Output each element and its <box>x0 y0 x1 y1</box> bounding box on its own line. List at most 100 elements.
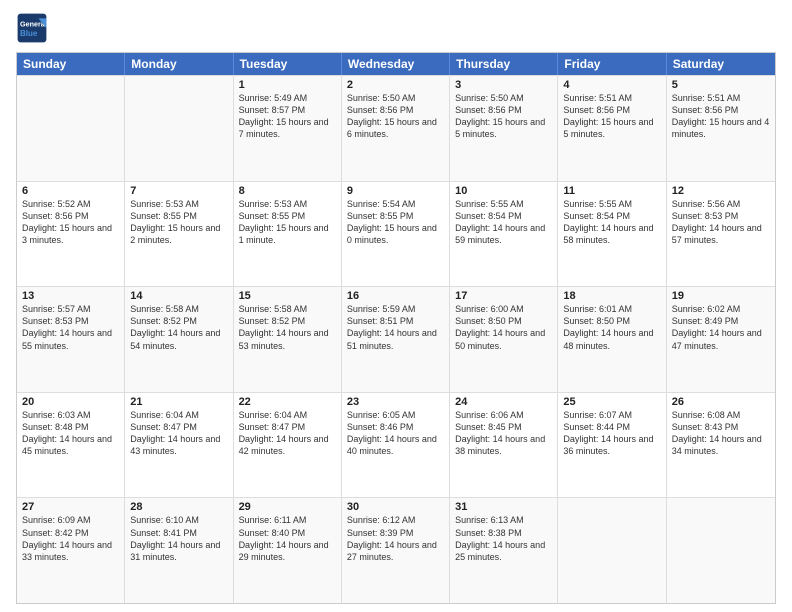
day-info: Sunrise: 6:04 AM Sunset: 8:47 PM Dayligh… <box>130 409 227 458</box>
day-info: Sunrise: 6:08 AM Sunset: 8:43 PM Dayligh… <box>672 409 770 458</box>
calendar-cell: 25Sunrise: 6:07 AM Sunset: 8:44 PM Dayli… <box>558 393 666 498</box>
logo-icon: General Blue <box>16 12 48 44</box>
day-info: Sunrise: 5:53 AM Sunset: 8:55 PM Dayligh… <box>130 198 227 247</box>
day-number: 17 <box>455 290 552 302</box>
day-number: 16 <box>347 290 444 302</box>
calendar-cell: 30Sunrise: 6:12 AM Sunset: 8:39 PM Dayli… <box>342 498 450 603</box>
weekday-header: Monday <box>125 53 233 75</box>
calendar-cell: 12Sunrise: 5:56 AM Sunset: 8:53 PM Dayli… <box>667 182 775 287</box>
calendar-body: 1Sunrise: 5:49 AM Sunset: 8:57 PM Daylig… <box>17 75 775 603</box>
page: General Blue SundayMondayTuesdayWednesda… <box>0 0 792 612</box>
day-number: 28 <box>130 501 227 513</box>
calendar-cell: 1Sunrise: 5:49 AM Sunset: 8:57 PM Daylig… <box>234 76 342 181</box>
weekday-header: Friday <box>558 53 666 75</box>
day-info: Sunrise: 6:05 AM Sunset: 8:46 PM Dayligh… <box>347 409 444 458</box>
calendar-cell: 5Sunrise: 5:51 AM Sunset: 8:56 PM Daylig… <box>667 76 775 181</box>
logo: General Blue <box>16 12 48 44</box>
day-number: 20 <box>22 396 119 408</box>
day-info: Sunrise: 6:04 AM Sunset: 8:47 PM Dayligh… <box>239 409 336 458</box>
day-info: Sunrise: 6:06 AM Sunset: 8:45 PM Dayligh… <box>455 409 552 458</box>
day-number: 18 <box>563 290 660 302</box>
day-number: 26 <box>672 396 770 408</box>
day-info: Sunrise: 6:10 AM Sunset: 8:41 PM Dayligh… <box>130 514 227 563</box>
calendar-cell: 31Sunrise: 6:13 AM Sunset: 8:38 PM Dayli… <box>450 498 558 603</box>
calendar-cell: 28Sunrise: 6:10 AM Sunset: 8:41 PM Dayli… <box>125 498 233 603</box>
day-info: Sunrise: 6:13 AM Sunset: 8:38 PM Dayligh… <box>455 514 552 563</box>
calendar-cell: 26Sunrise: 6:08 AM Sunset: 8:43 PM Dayli… <box>667 393 775 498</box>
day-number: 27 <box>22 501 119 513</box>
calendar-cell: 7Sunrise: 5:53 AM Sunset: 8:55 PM Daylig… <box>125 182 233 287</box>
calendar-cell: 6Sunrise: 5:52 AM Sunset: 8:56 PM Daylig… <box>17 182 125 287</box>
day-info: Sunrise: 5:49 AM Sunset: 8:57 PM Dayligh… <box>239 92 336 141</box>
day-number: 24 <box>455 396 552 408</box>
calendar-cell: 27Sunrise: 6:09 AM Sunset: 8:42 PM Dayli… <box>17 498 125 603</box>
day-info: Sunrise: 6:01 AM Sunset: 8:50 PM Dayligh… <box>563 303 660 352</box>
calendar-cell <box>667 498 775 603</box>
day-number: 22 <box>239 396 336 408</box>
day-number: 15 <box>239 290 336 302</box>
day-info: Sunrise: 5:54 AM Sunset: 8:55 PM Dayligh… <box>347 198 444 247</box>
day-info: Sunrise: 5:50 AM Sunset: 8:56 PM Dayligh… <box>347 92 444 141</box>
calendar-cell: 24Sunrise: 6:06 AM Sunset: 8:45 PM Dayli… <box>450 393 558 498</box>
day-info: Sunrise: 5:55 AM Sunset: 8:54 PM Dayligh… <box>563 198 660 247</box>
calendar-cell: 16Sunrise: 5:59 AM Sunset: 8:51 PM Dayli… <box>342 287 450 392</box>
day-number: 29 <box>239 501 336 513</box>
calendar-row: 27Sunrise: 6:09 AM Sunset: 8:42 PM Dayli… <box>17 497 775 603</box>
day-info: Sunrise: 6:12 AM Sunset: 8:39 PM Dayligh… <box>347 514 444 563</box>
day-number: 8 <box>239 185 336 197</box>
calendar-cell: 18Sunrise: 6:01 AM Sunset: 8:50 PM Dayli… <box>558 287 666 392</box>
day-number: 1 <box>239 79 336 91</box>
calendar-cell: 23Sunrise: 6:05 AM Sunset: 8:46 PM Dayli… <box>342 393 450 498</box>
day-info: Sunrise: 6:02 AM Sunset: 8:49 PM Dayligh… <box>672 303 770 352</box>
day-info: Sunrise: 5:58 AM Sunset: 8:52 PM Dayligh… <box>130 303 227 352</box>
day-number: 3 <box>455 79 552 91</box>
day-number: 14 <box>130 290 227 302</box>
day-number: 6 <box>22 185 119 197</box>
calendar-cell: 20Sunrise: 6:03 AM Sunset: 8:48 PM Dayli… <box>17 393 125 498</box>
day-info: Sunrise: 6:00 AM Sunset: 8:50 PM Dayligh… <box>455 303 552 352</box>
calendar-cell: 9Sunrise: 5:54 AM Sunset: 8:55 PM Daylig… <box>342 182 450 287</box>
day-number: 11 <box>563 185 660 197</box>
day-number: 7 <box>130 185 227 197</box>
calendar-cell: 14Sunrise: 5:58 AM Sunset: 8:52 PM Dayli… <box>125 287 233 392</box>
day-info: Sunrise: 5:59 AM Sunset: 8:51 PM Dayligh… <box>347 303 444 352</box>
calendar-cell: 4Sunrise: 5:51 AM Sunset: 8:56 PM Daylig… <box>558 76 666 181</box>
day-info: Sunrise: 6:03 AM Sunset: 8:48 PM Dayligh… <box>22 409 119 458</box>
calendar-cell: 2Sunrise: 5:50 AM Sunset: 8:56 PM Daylig… <box>342 76 450 181</box>
day-info: Sunrise: 6:07 AM Sunset: 8:44 PM Dayligh… <box>563 409 660 458</box>
calendar-cell: 21Sunrise: 6:04 AM Sunset: 8:47 PM Dayli… <box>125 393 233 498</box>
calendar: SundayMondayTuesdayWednesdayThursdayFrid… <box>16 52 776 604</box>
day-number: 19 <box>672 290 770 302</box>
calendar-cell: 15Sunrise: 5:58 AM Sunset: 8:52 PM Dayli… <box>234 287 342 392</box>
day-info: Sunrise: 6:11 AM Sunset: 8:40 PM Dayligh… <box>239 514 336 563</box>
calendar-cell: 10Sunrise: 5:55 AM Sunset: 8:54 PM Dayli… <box>450 182 558 287</box>
calendar-cell: 19Sunrise: 6:02 AM Sunset: 8:49 PM Dayli… <box>667 287 775 392</box>
day-number: 23 <box>347 396 444 408</box>
day-number: 30 <box>347 501 444 513</box>
weekday-header: Wednesday <box>342 53 450 75</box>
calendar-row: 6Sunrise: 5:52 AM Sunset: 8:56 PM Daylig… <box>17 181 775 287</box>
day-info: Sunrise: 5:51 AM Sunset: 8:56 PM Dayligh… <box>563 92 660 141</box>
calendar-cell: 17Sunrise: 6:00 AM Sunset: 8:50 PM Dayli… <box>450 287 558 392</box>
calendar-cell: 22Sunrise: 6:04 AM Sunset: 8:47 PM Dayli… <box>234 393 342 498</box>
day-info: Sunrise: 5:56 AM Sunset: 8:53 PM Dayligh… <box>672 198 770 247</box>
weekday-header: Tuesday <box>234 53 342 75</box>
day-info: Sunrise: 5:55 AM Sunset: 8:54 PM Dayligh… <box>455 198 552 247</box>
day-info: Sunrise: 5:53 AM Sunset: 8:55 PM Dayligh… <box>239 198 336 247</box>
calendar-cell <box>558 498 666 603</box>
calendar-header: SundayMondayTuesdayWednesdayThursdayFrid… <box>17 53 775 75</box>
weekday-header: Saturday <box>667 53 775 75</box>
day-info: Sunrise: 5:51 AM Sunset: 8:56 PM Dayligh… <box>672 92 770 141</box>
header: General Blue <box>16 12 776 44</box>
day-number: 9 <box>347 185 444 197</box>
day-info: Sunrise: 5:52 AM Sunset: 8:56 PM Dayligh… <box>22 198 119 247</box>
day-info: Sunrise: 5:50 AM Sunset: 8:56 PM Dayligh… <box>455 92 552 141</box>
calendar-cell: 8Sunrise: 5:53 AM Sunset: 8:55 PM Daylig… <box>234 182 342 287</box>
weekday-header: Sunday <box>17 53 125 75</box>
day-number: 12 <box>672 185 770 197</box>
day-info: Sunrise: 6:09 AM Sunset: 8:42 PM Dayligh… <box>22 514 119 563</box>
calendar-cell <box>17 76 125 181</box>
calendar-cell: 29Sunrise: 6:11 AM Sunset: 8:40 PM Dayli… <box>234 498 342 603</box>
calendar-row: 20Sunrise: 6:03 AM Sunset: 8:48 PM Dayli… <box>17 392 775 498</box>
day-info: Sunrise: 5:57 AM Sunset: 8:53 PM Dayligh… <box>22 303 119 352</box>
